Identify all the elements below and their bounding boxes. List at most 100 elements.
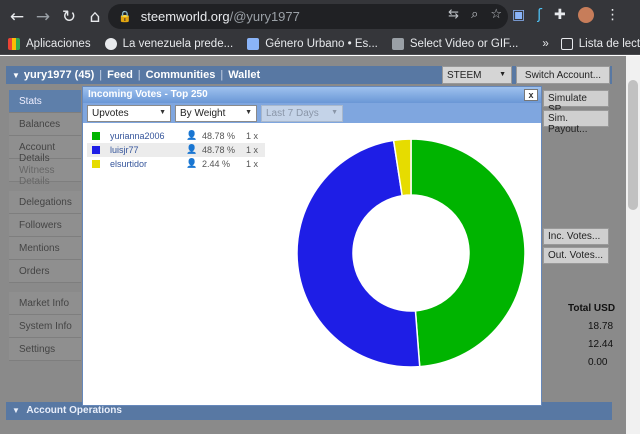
globe-icon [104, 37, 117, 50]
reading-list-icon [560, 37, 573, 50]
vote-percent: 48.78 % [202, 131, 236, 141]
bookmarks-bar: Aplicaciones La venezuela prede... Géner… [0, 33, 640, 55]
total-usd-value: 12.44 [588, 339, 614, 350]
lock-icon[interactable]: 🔒 [118, 10, 132, 23]
chevron-down-icon: ▼ [499, 71, 506, 78]
address-bar[interactable]: 🔒 steemworld.org/@yury1977 ⇆ ⌕ ☆ [108, 4, 508, 29]
vote-percent: 2.44 % [202, 159, 231, 169]
total-usd-header: Total USD [568, 303, 616, 314]
currency-select[interactable]: STEEM ▼ [442, 66, 512, 84]
sidebar-item-settings[interactable]: Settings [9, 338, 81, 361]
vote-percent: 48.78 % [202, 145, 236, 155]
back-icon[interactable]: ← [4, 7, 30, 27]
apps-grid-icon [8, 37, 20, 50]
profile-avatar[interactable] [577, 7, 594, 23]
table-row[interactable]: luisjr77 👤 48.78 % 1 x [87, 143, 265, 157]
out-votes-button[interactable]: Out. Votes... [543, 247, 609, 264]
sim-payout-button[interactable]: Sim. Payout... [543, 110, 609, 135]
legend-swatch [92, 160, 100, 168]
modal-header: Incoming Votes - Top 250 x [83, 87, 541, 103]
zoom-icon[interactable]: ⌕ [471, 7, 478, 22]
sidebar-item-delegations[interactable]: Delegations [9, 191, 81, 214]
period-value: Last 7 Days [266, 107, 319, 119]
person-icon: 👤 [186, 145, 198, 155]
voter-name[interactable]: luisjr77 [110, 145, 186, 155]
bookmark-genero-urbano[interactable]: Género Urbano • Es... [247, 37, 378, 50]
nav-communities[interactable]: Communities [146, 69, 216, 81]
vote-count: 1 x [246, 145, 259, 155]
chevron-down-icon: ▼ [245, 108, 252, 116]
account-operations-label: Account Operations [26, 405, 122, 416]
url-path: /@yury1977 [229, 9, 300, 24]
switch-account-button[interactable]: Switch Account... [516, 66, 610, 84]
person-icon: 👤 [186, 131, 198, 141]
table-row[interactable]: elsurtidor 👤 2.44 % 1 x [87, 157, 265, 171]
video-icon [391, 37, 404, 50]
sidebar-item-orders[interactable]: Orders [9, 260, 81, 283]
sidebar-item-system-info[interactable]: System Info [9, 315, 81, 338]
translate-icon[interactable]: ⇆ [448, 7, 459, 22]
reading-list[interactable]: Lista de lectura [560, 37, 640, 50]
donut-chart-svg [296, 138, 526, 368]
legend-swatch [92, 146, 100, 154]
vote-type-value: Upvotes [92, 107, 129, 119]
period-select[interactable]: Last 7 Days ▼ [261, 104, 343, 122]
sidebar-item-market-info[interactable]: Market Info [9, 292, 81, 315]
vote-type-select[interactable]: Upvotes ▼ [87, 104, 171, 122]
currency-select-value: STEEM [447, 70, 482, 81]
table-row[interactable]: yurianna2006 👤 48.78 % 1 x [87, 129, 265, 143]
extensions-puzzle-icon[interactable]: ✚ [554, 7, 566, 23]
nav-feed[interactable]: Feed [107, 69, 133, 81]
total-usd-value: 0.00 [588, 357, 608, 368]
total-usd-value: 18.78 [588, 321, 614, 332]
person-icon: 👤 [186, 159, 198, 169]
scrollbar-thumb[interactable] [628, 80, 638, 210]
bookmark-label: La venezuela prede... [122, 37, 234, 50]
sidebar-item-mentions[interactable]: Mentions [9, 237, 81, 260]
voter-name[interactable]: elsurtidor [110, 159, 186, 169]
bookmark-label: Select Video or GIF... [409, 37, 519, 50]
browser-toolbar: ← → ↻ ⌂ 🔒 steemworld.org/@yury1977 ⇆ ⌕ ☆… [0, 0, 640, 33]
close-button[interactable]: x [524, 89, 538, 101]
forward-icon[interactable]: → [30, 7, 56, 27]
nav-user[interactable]: yury1977 (45) [24, 69, 94, 81]
chevron-down-icon: ▼ [159, 108, 166, 116]
bookmark-label: Género Urbano • Es... [265, 37, 378, 50]
bookmark-select-video[interactable]: Select Video or GIF... [391, 37, 519, 50]
sort-select[interactable]: By Weight ▼ [175, 104, 257, 122]
inc-votes-button[interactable]: Inc. Votes... [543, 228, 609, 245]
sort-value: By Weight [180, 107, 226, 119]
donut-chart [287, 129, 539, 399]
url-domain: steemworld.org [140, 9, 230, 24]
incoming-votes-modal: Incoming Votes - Top 250 x Upvotes ▼ By W… [82, 86, 542, 406]
more-bookmarks-icon[interactable]: » [542, 38, 548, 50]
modal-title: Incoming Votes - Top 250 [88, 89, 208, 100]
download-icon [247, 37, 260, 50]
voter-name[interactable]: yurianna2006 [110, 131, 186, 141]
donut-slice-yurianna2006[interactable] [410, 138, 526, 368]
home-icon[interactable]: ⌂ [82, 7, 108, 27]
extension-icon-1[interactable]: ▣ [512, 7, 525, 23]
collapse-arrow-icon[interactable]: ▼ [12, 71, 20, 80]
bookmark-label: Aplicaciones [26, 37, 91, 50]
sidebar-item-balances[interactable]: Balances [9, 113, 81, 136]
bookmark-venezuela[interactable]: La venezuela prede... [104, 37, 234, 50]
reading-list-label: Lista de lectura [578, 37, 640, 50]
menu-kebab-icon[interactable]: ⋮ [606, 7, 620, 23]
nav-wallet[interactable]: Wallet [228, 69, 260, 81]
bookmark-apps[interactable]: Aplicaciones [8, 37, 91, 50]
modal-toolbar: Upvotes ▼ By Weight ▼ Last 7 Days ▼ [83, 103, 541, 123]
extension-icon-2[interactable]: ʃ [537, 7, 542, 23]
sidebar-item-stats[interactable]: Stats [9, 90, 81, 113]
reload-icon[interactable]: ↻ [56, 7, 82, 27]
simulate-sp-button[interactable]: Simulate SP... [543, 90, 609, 115]
sidebar-item-account-details[interactable]: Account Details [9, 136, 81, 164]
voters-table: yurianna2006 👤 48.78 % 1 x luisjr77 👤 48… [87, 129, 265, 171]
sidebar-item-followers[interactable]: Followers [9, 214, 81, 237]
sidebar: Stats Balances Account Details Witness D… [9, 90, 81, 361]
vote-count: 1 x [246, 131, 259, 141]
vote-count: 1 x [246, 159, 259, 169]
collapse-arrow-icon: ▼ [12, 406, 20, 415]
chevron-down-icon: ▼ [331, 108, 338, 116]
bookmark-star-icon[interactable]: ☆ [490, 7, 502, 22]
